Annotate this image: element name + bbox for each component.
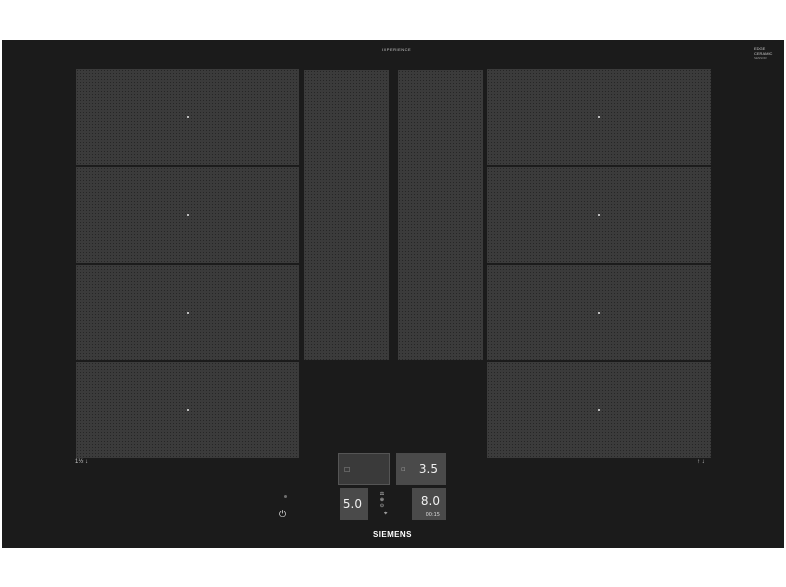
cooking-zone-left-1[interactable] <box>76 69 299 165</box>
cooking-zone-right-2[interactable] <box>487 167 711 263</box>
zone-center-dot <box>186 311 189 314</box>
cooking-zone-center-right[interactable] <box>398 70 483 360</box>
lock-icon[interactable]: ⌖ <box>384 511 387 518</box>
control-panel: ☐ ▫ 3.5 5.0 8.0 00:15 <box>338 453 450 521</box>
zone-center-dot <box>598 116 600 118</box>
function-icons: ⚖ ⊕ ⊙ <box>377 491 387 509</box>
cooking-zone-right-1[interactable] <box>487 69 711 165</box>
cooking-zone-left-4[interactable] <box>76 362 299 458</box>
power-indicator <box>284 495 287 498</box>
cooking-zone-left-2[interactable] <box>76 167 299 263</box>
zone-center-dot <box>186 409 189 411</box>
left-zone-marker: 1½ ↓ <box>75 459 89 465</box>
bottom-left-value: 5.0 <box>342 497 362 511</box>
power-icon[interactable]: ⏻ <box>279 509 286 520</box>
flex-zone-button[interactable]: ☐ <box>338 453 390 485</box>
timer-value: 00:15 <box>425 512 440 518</box>
zone-center-dot <box>598 214 600 216</box>
model-label: IXPERIENCE <box>382 47 412 52</box>
zone-center-dot <box>186 214 189 216</box>
top-right-value: 3.5 <box>418 462 438 476</box>
bottom-right-display[interactable]: 8.0 00:15 <box>412 488 446 520</box>
cooking-zone-center-left[interactable] <box>304 70 389 360</box>
zone-center-dot <box>186 116 189 118</box>
edge-badge: EDGE CERAMIC SENSOR <box>754 46 780 61</box>
cooking-zone-right-3[interactable] <box>487 265 711 360</box>
right-zone-marker: ↑ ↓ <box>697 459 705 465</box>
bottom-left-display[interactable]: 5.0 <box>340 488 368 520</box>
cooking-zone-right-4[interactable] <box>487 362 711 458</box>
flex-zone-icon: ☐ <box>344 466 351 474</box>
zone-center-dot <box>598 311 600 314</box>
badge-line-3: SENSOR <box>754 56 767 60</box>
cooking-zone-left-3[interactable] <box>76 265 299 360</box>
power-level-icon: ▫ <box>401 465 406 473</box>
brand-logo: SIEMENS <box>373 530 412 539</box>
timer-icon[interactable]: ⊙ <box>377 503 387 509</box>
zone-center-dot <box>598 409 600 411</box>
top-right-display[interactable]: ▫ 3.5 <box>396 453 446 485</box>
